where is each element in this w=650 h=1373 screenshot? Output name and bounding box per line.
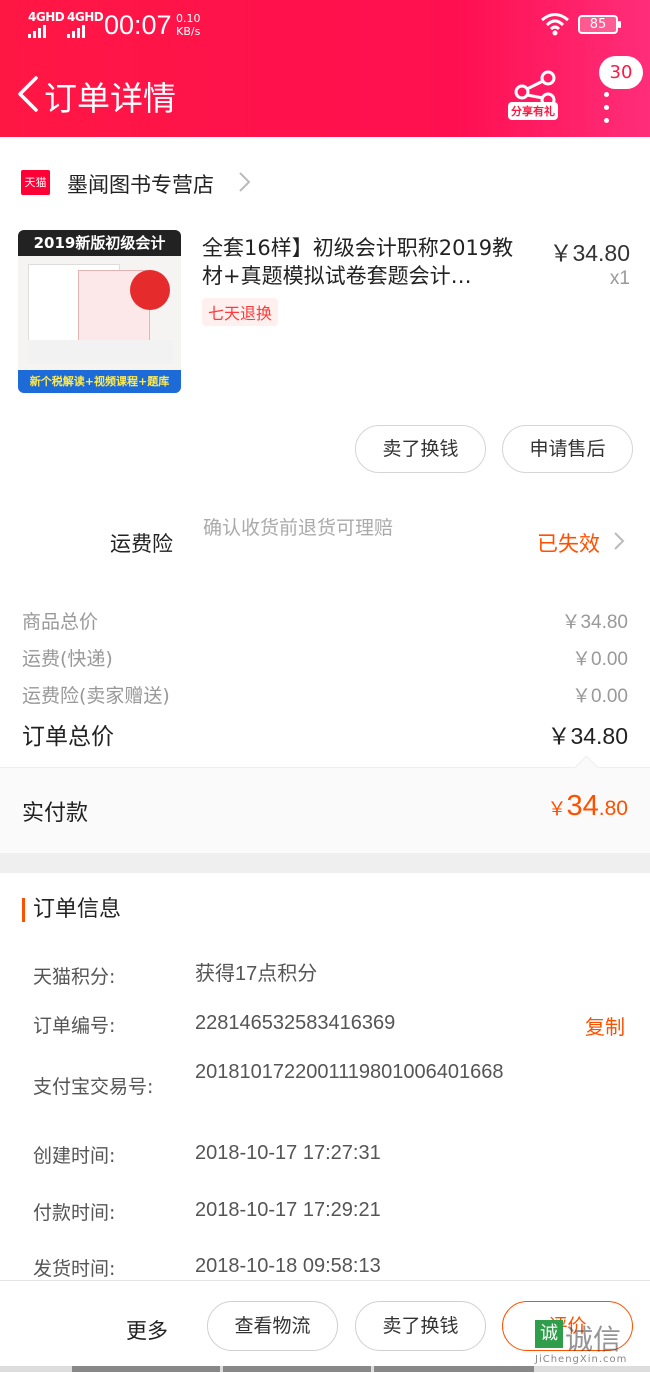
network-speed: 0.10 KB/s xyxy=(176,12,201,38)
cost-value: ￥0.00 xyxy=(572,686,628,707)
battery-icon: 85 xyxy=(578,15,621,34)
cost-value: ￥0.00 xyxy=(572,649,628,670)
store-row[interactable]: 天猫 墨闻图书专营店 xyxy=(0,150,650,214)
insurance-description: 确认收货前退货可理赔 xyxy=(203,517,394,539)
order-total-line: 订单总价 ￥34.80 xyxy=(22,717,628,751)
cost-line: 运费(快递) ￥0.00 xyxy=(22,644,628,671)
paid-label: 实付款 xyxy=(22,801,89,826)
back-button[interactable] xyxy=(10,72,48,116)
info-value: 获得17点积分 xyxy=(195,963,318,985)
sell-button[interactable]: 卖了换钱 xyxy=(355,425,486,473)
order-total-value: ￥34.80 xyxy=(547,723,628,749)
cost-label: 商品总价 xyxy=(22,611,99,633)
paid-amount: ￥34.80 xyxy=(548,790,628,823)
watermark: 诚 诚信 JiChengXin.com xyxy=(535,1318,650,1372)
info-value: 2018-10-17 17:27:31 xyxy=(195,1142,381,1164)
more-button[interactable]: 更多 xyxy=(126,1315,168,1345)
cover-footer: 新个税解读+视频课程+题库 xyxy=(18,370,181,393)
product-price: ￥34.80 xyxy=(549,240,630,266)
tmall-logo: 天猫 xyxy=(21,170,50,195)
sell-button[interactable]: 卖了换钱 xyxy=(355,1301,486,1351)
product-quantity: x1 xyxy=(609,268,630,289)
network-type-label: 4GHD xyxy=(28,10,65,24)
watermark-logo: 诚 xyxy=(535,1320,563,1348)
product-title[interactable]: 全套16样】初级会计职称2019教材+真题模拟试卷套题会计… xyxy=(202,234,528,290)
section-divider xyxy=(0,853,650,873)
after-sale-button[interactable]: 申请售后 xyxy=(502,425,633,473)
insurance-status: 已失效 xyxy=(537,532,600,556)
watermark-url: JiChengXin.com xyxy=(535,1354,628,1365)
cost-label: 运费险(卖家赠送) xyxy=(22,685,170,707)
paid-currency: ￥ xyxy=(547,799,567,820)
order-total-label: 订单总价 xyxy=(22,724,114,750)
paid-decimal: .80 xyxy=(598,797,628,820)
cost-line: 商品总价 ￥34.80 xyxy=(22,607,628,634)
return-policy-tag: 七天退换 xyxy=(202,298,279,326)
paid-integer: 34 xyxy=(566,790,599,822)
info-key: 支付宝交易号: xyxy=(33,1076,154,1098)
insurance-label: 运费险 xyxy=(110,532,173,556)
watermark-text: 诚信 xyxy=(565,1323,622,1356)
order-number[interactable]: 228146532583416369 xyxy=(195,1011,535,1035)
chevron-right-icon xyxy=(614,532,625,550)
message-count-badge[interactable]: 30 xyxy=(599,56,643,89)
cover-banner: 2019新版初级会计 xyxy=(18,230,181,256)
info-key: 创建时间: xyxy=(33,1145,116,1167)
page-title: 订单详情 xyxy=(44,79,176,118)
more-menu-icon[interactable] xyxy=(596,92,616,132)
info-key: 天猫积分: xyxy=(33,966,116,988)
product-image[interactable]: 2019新版初级会计 新个税解读+视频课程+题库 xyxy=(18,230,181,393)
bottom-strip xyxy=(0,1366,650,1372)
copy-button[interactable]: 复制 xyxy=(585,1011,625,1040)
signal-sim2: 4GHD xyxy=(67,10,104,38)
alipay-trade-number: 2018101722001119801006401668 xyxy=(195,1061,504,1083)
speed-value: 0.10 xyxy=(176,12,201,25)
speed-unit: KB/s xyxy=(176,25,201,38)
product-item[interactable]: 2019新版初级会计 新个税解读+视频课程+题库 全套16样】初级会计职称201… xyxy=(0,220,650,410)
cost-value: ￥34.80 xyxy=(561,612,628,633)
clock: 00:07 xyxy=(104,10,172,40)
order-info-title: 订单信息 xyxy=(22,898,121,922)
chevron-right-icon xyxy=(239,172,251,192)
wifi-icon xyxy=(541,13,569,36)
info-key: 发货时间: xyxy=(33,1258,116,1280)
status-bar: 4GHD 4GHD 00:07 0.10 KB/s 85 xyxy=(0,0,650,52)
store-name[interactable]: 墨闻图书专营店 xyxy=(67,169,214,199)
info-value: 2018-10-18 09:58:13 xyxy=(195,1255,381,1277)
share-reward-badge[interactable]: 分享有礼 xyxy=(508,102,558,120)
view-logistics-button[interactable]: 查看物流 xyxy=(207,1301,338,1351)
shipping-insurance-row[interactable]: 运费险 确认收货前退货可理赔 已失效 xyxy=(0,500,650,590)
cost-label: 运费(快递) xyxy=(22,648,113,670)
app-header: 4GHD 4GHD 00:07 0.10 KB/s 85 订单详情 分享有礼 3… xyxy=(0,0,650,137)
cost-line: 运费险(卖家赠送) ￥0.00 xyxy=(22,681,628,708)
network-type-label: 4GHD xyxy=(67,10,104,24)
info-key: 付款时间: xyxy=(33,1202,116,1224)
info-key: 订单编号: xyxy=(33,1015,116,1037)
info-value: 2018-10-17 17:29:21 xyxy=(195,1199,381,1221)
actual-payment-row: 实付款 ￥34.80 xyxy=(0,755,650,854)
signal-sim1: 4GHD xyxy=(28,10,65,38)
